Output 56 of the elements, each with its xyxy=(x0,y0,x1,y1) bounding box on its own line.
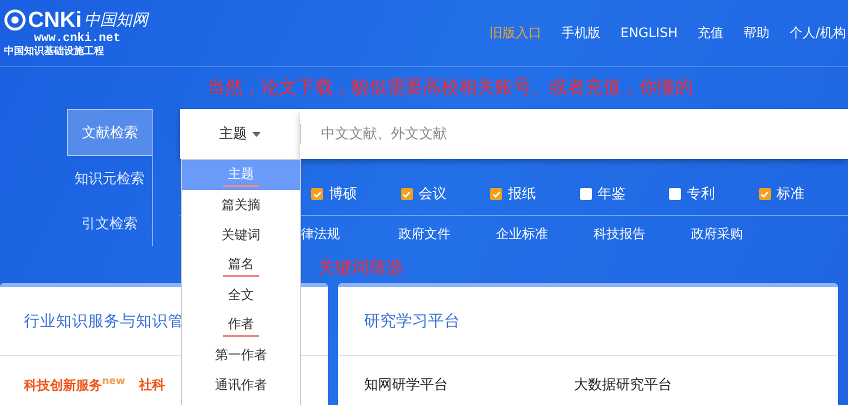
menu-item[interactable]: 关键词 xyxy=(182,220,300,250)
checkbox-label: 报纸 xyxy=(508,185,536,203)
globe-icon xyxy=(4,9,26,31)
menu-item[interactable]: 主题 xyxy=(182,160,300,190)
logo-name: 中国知网 xyxy=(84,10,148,30)
source-link[interactable]: 政府文件 xyxy=(398,225,496,243)
card-title: 研究学习平台 xyxy=(338,287,838,356)
menu-item-label: 篇关摘 xyxy=(220,197,262,215)
menu-item[interactable]: 通讯作者 xyxy=(182,370,300,400)
nav-link[interactable]: 手机版 xyxy=(561,24,600,42)
nav-link[interactable]: ENGLISH xyxy=(620,26,678,40)
source-link[interactable]: 政府采购 xyxy=(691,225,788,243)
menu-item-label: 关键词 xyxy=(220,227,262,245)
menu-item-label: 作者 xyxy=(223,313,259,337)
logo-brand: CNKi xyxy=(28,8,82,32)
nav-link[interactable]: 充值 xyxy=(698,24,724,42)
checkbox[interactable] xyxy=(490,188,502,200)
logo-url: www.cnki.net xyxy=(33,32,122,45)
annotation-text: 当然，论文下载，貌似需要高校相关账号、或者充值，你懂的 xyxy=(206,76,694,100)
search-field[interactable]: 中文文献、外文文献 xyxy=(300,109,848,159)
card-link[interactable]: 科技创新服务$^{new}$ xyxy=(24,376,126,394)
source-link[interactable]: 律法规 xyxy=(301,225,398,243)
checkbox-label: 专利 xyxy=(687,185,715,203)
checkbox-label: 博硕 xyxy=(329,185,357,203)
checkbox[interactable] xyxy=(669,188,681,200)
annotation-text: 关键词筛选 xyxy=(318,257,403,279)
search-tab[interactable]: 引文检索 xyxy=(67,201,152,246)
menu-item-label: 篇名 xyxy=(223,253,259,277)
menu-item-label: 全文 xyxy=(227,287,255,305)
menu-item-label: 通讯作者 xyxy=(214,377,268,395)
checkbox[interactable] xyxy=(580,188,592,200)
source-link[interactable]: 企业标准 xyxy=(496,225,594,243)
search-tab[interactable]: 知识元检索 xyxy=(67,156,152,201)
card-link[interactable]: 知网研学平台 xyxy=(364,376,574,394)
menu-item-label: 第一作者 xyxy=(214,347,268,365)
search-tab[interactable]: 文献检索 xyxy=(67,109,152,156)
card-link[interactable]: 大数据研究平台 xyxy=(574,376,784,394)
checkbox[interactable] xyxy=(311,188,323,200)
checkbox-label: 会议 xyxy=(418,185,446,203)
checkbox-label: 标准 xyxy=(776,185,804,203)
nav-link[interactable]: 个人/机构 xyxy=(790,24,846,42)
checkbox[interactable] xyxy=(400,188,412,200)
card-link[interactable]: 社科 xyxy=(139,376,166,394)
checkbox-label: 年鉴 xyxy=(598,185,626,203)
nav-link[interactable]: 帮助 xyxy=(744,24,770,42)
checkbox[interactable] xyxy=(758,188,770,200)
menu-item-label: 主题 xyxy=(223,163,259,187)
logo-slogan: 中国知识基础设施工程 xyxy=(4,45,105,58)
field-type-dropdown[interactable]: 主题 xyxy=(180,109,300,159)
caret-icon xyxy=(252,132,261,136)
menu-item[interactable]: 篇名 xyxy=(182,250,300,280)
menu-item[interactable]: 篇关摘 xyxy=(182,190,300,220)
menu-item[interactable]: 第一作者 xyxy=(182,340,300,370)
menu-item[interactable]: 全文 xyxy=(182,280,300,310)
source-link[interactable]: 科技报告 xyxy=(594,225,691,243)
menu-item[interactable]: 作者 xyxy=(182,310,300,340)
